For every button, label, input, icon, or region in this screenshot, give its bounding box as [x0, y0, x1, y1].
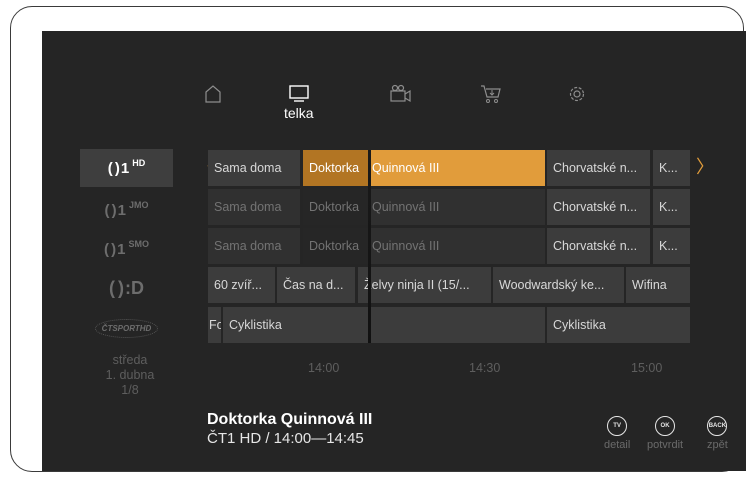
program-cell[interactable]: Fo [208, 307, 221, 343]
nav-settings[interactable] [568, 84, 586, 104]
gear-icon [568, 84, 586, 104]
time-label: 14:30 [469, 361, 501, 375]
hint-confirm[interactable]: OK potvrdit [647, 416, 683, 451]
program-cell[interactable]: Doktorka [303, 189, 370, 225]
nav-recordings[interactable] [389, 84, 413, 104]
camera-icon [389, 84, 413, 104]
program-cell[interactable]: Chorvatské n... [547, 150, 650, 186]
hint-detail[interactable]: TV detail [604, 416, 630, 451]
date-date: 1. dubna [105, 368, 155, 382]
program-cell[interactable]: Chorvatské n... [547, 189, 650, 225]
ct1-smo-logo: ( ) 1 SMO [103, 239, 150, 258]
channel-ct1-hd[interactable]: ( ) 1 HD [80, 149, 173, 187]
program-cell[interactable]: Quinnová III [370, 228, 545, 264]
program-cell[interactable]: Woodwardský ke... [493, 267, 624, 303]
current-time-marker [368, 150, 371, 343]
tv-key-icon: TV [607, 416, 628, 436]
program-cell[interactable]: K... [653, 228, 690, 264]
channel-ct1-jmo[interactable]: ( ) 1 JMO [80, 191, 173, 229]
program-title: Doktorka Quinnová III [207, 411, 373, 428]
program-cell[interactable]: Želvy ninja II (15/... [358, 267, 491, 303]
nav-home[interactable] [204, 84, 222, 104]
program-cell[interactable]: Sama doma [208, 228, 300, 264]
program-cell[interactable]: 60 zvíř... [208, 267, 275, 303]
program-cell[interactable]: Cyklistika [223, 307, 370, 343]
date-label: středa 1. dubna 1/8 [102, 353, 158, 398]
program-cell[interactable]: Sama doma [208, 150, 300, 186]
program-cell[interactable]: K... [653, 189, 690, 225]
cart-icon [480, 84, 502, 104]
ct-d-logo: ( ):D [109, 277, 144, 298]
program-cell[interactable]: Čas na d... [277, 267, 355, 303]
tv-screen: telka ( ) 1 HD ( ) 1 JMO ( ) 1 SMO ( ):D ČTSPO… [42, 31, 746, 471]
chevron-right-icon[interactable]: 〉 [696, 153, 714, 179]
program-cell[interactable]: K... [653, 150, 690, 186]
ct-sport-logo: ČTSPORTHD [94, 318, 159, 338]
program-cell[interactable]: Doktorka [303, 228, 370, 264]
time-label: 15:00 [631, 361, 663, 375]
hint-back-label: zpět [707, 439, 728, 451]
ct1-jmo-logo: ( ) 1 JMO [104, 200, 149, 219]
ct1-hd-logo: ( ) 1 HD [107, 158, 146, 177]
channel-ct-d[interactable]: ( ):D [80, 269, 173, 307]
program-cell[interactable]: Wifina [626, 267, 690, 303]
date-page: 1/8 [121, 383, 139, 397]
tv-icon [284, 84, 314, 104]
device-frame: telka ( ) 1 HD ( ) 1 JMO ( ) 1 SMO ( ):D ČTSPO… [10, 6, 746, 472]
program-subtitle: ČT1 HD / 14:00—14:45 [207, 430, 364, 447]
back-key-icon: BACK [707, 416, 728, 436]
program-cell-selected[interactable]: Quinnová III [370, 150, 545, 186]
hint-detail-label: detail [604, 439, 631, 451]
home-icon [204, 84, 222, 104]
channel-ct1-smo[interactable]: ( ) 1 SMO [80, 230, 173, 268]
hint-confirm-label: potvrdit [647, 439, 684, 451]
time-label: 14:00 [308, 361, 340, 375]
channel-ct-sport[interactable]: ČTSPORTHD [80, 309, 173, 347]
nav-tv-label: telka [284, 105, 314, 121]
program-cell-selected-start[interactable]: Doktorka [303, 150, 370, 186]
program-cell[interactable]: Cyklistika [547, 307, 690, 343]
program-cell[interactable] [370, 307, 545, 343]
ok-key-icon: OK [655, 416, 676, 436]
program-cell[interactable]: Chorvatské n... [547, 228, 650, 264]
program-cell[interactable]: Sama doma [208, 189, 300, 225]
program-cell[interactable]: Quinnová III [370, 189, 545, 225]
nav-store[interactable] [480, 84, 502, 104]
hint-back[interactable]: BACK zpět [707, 416, 728, 451]
nav-tv[interactable]: telka [284, 84, 314, 121]
date-day: středa [112, 353, 148, 367]
